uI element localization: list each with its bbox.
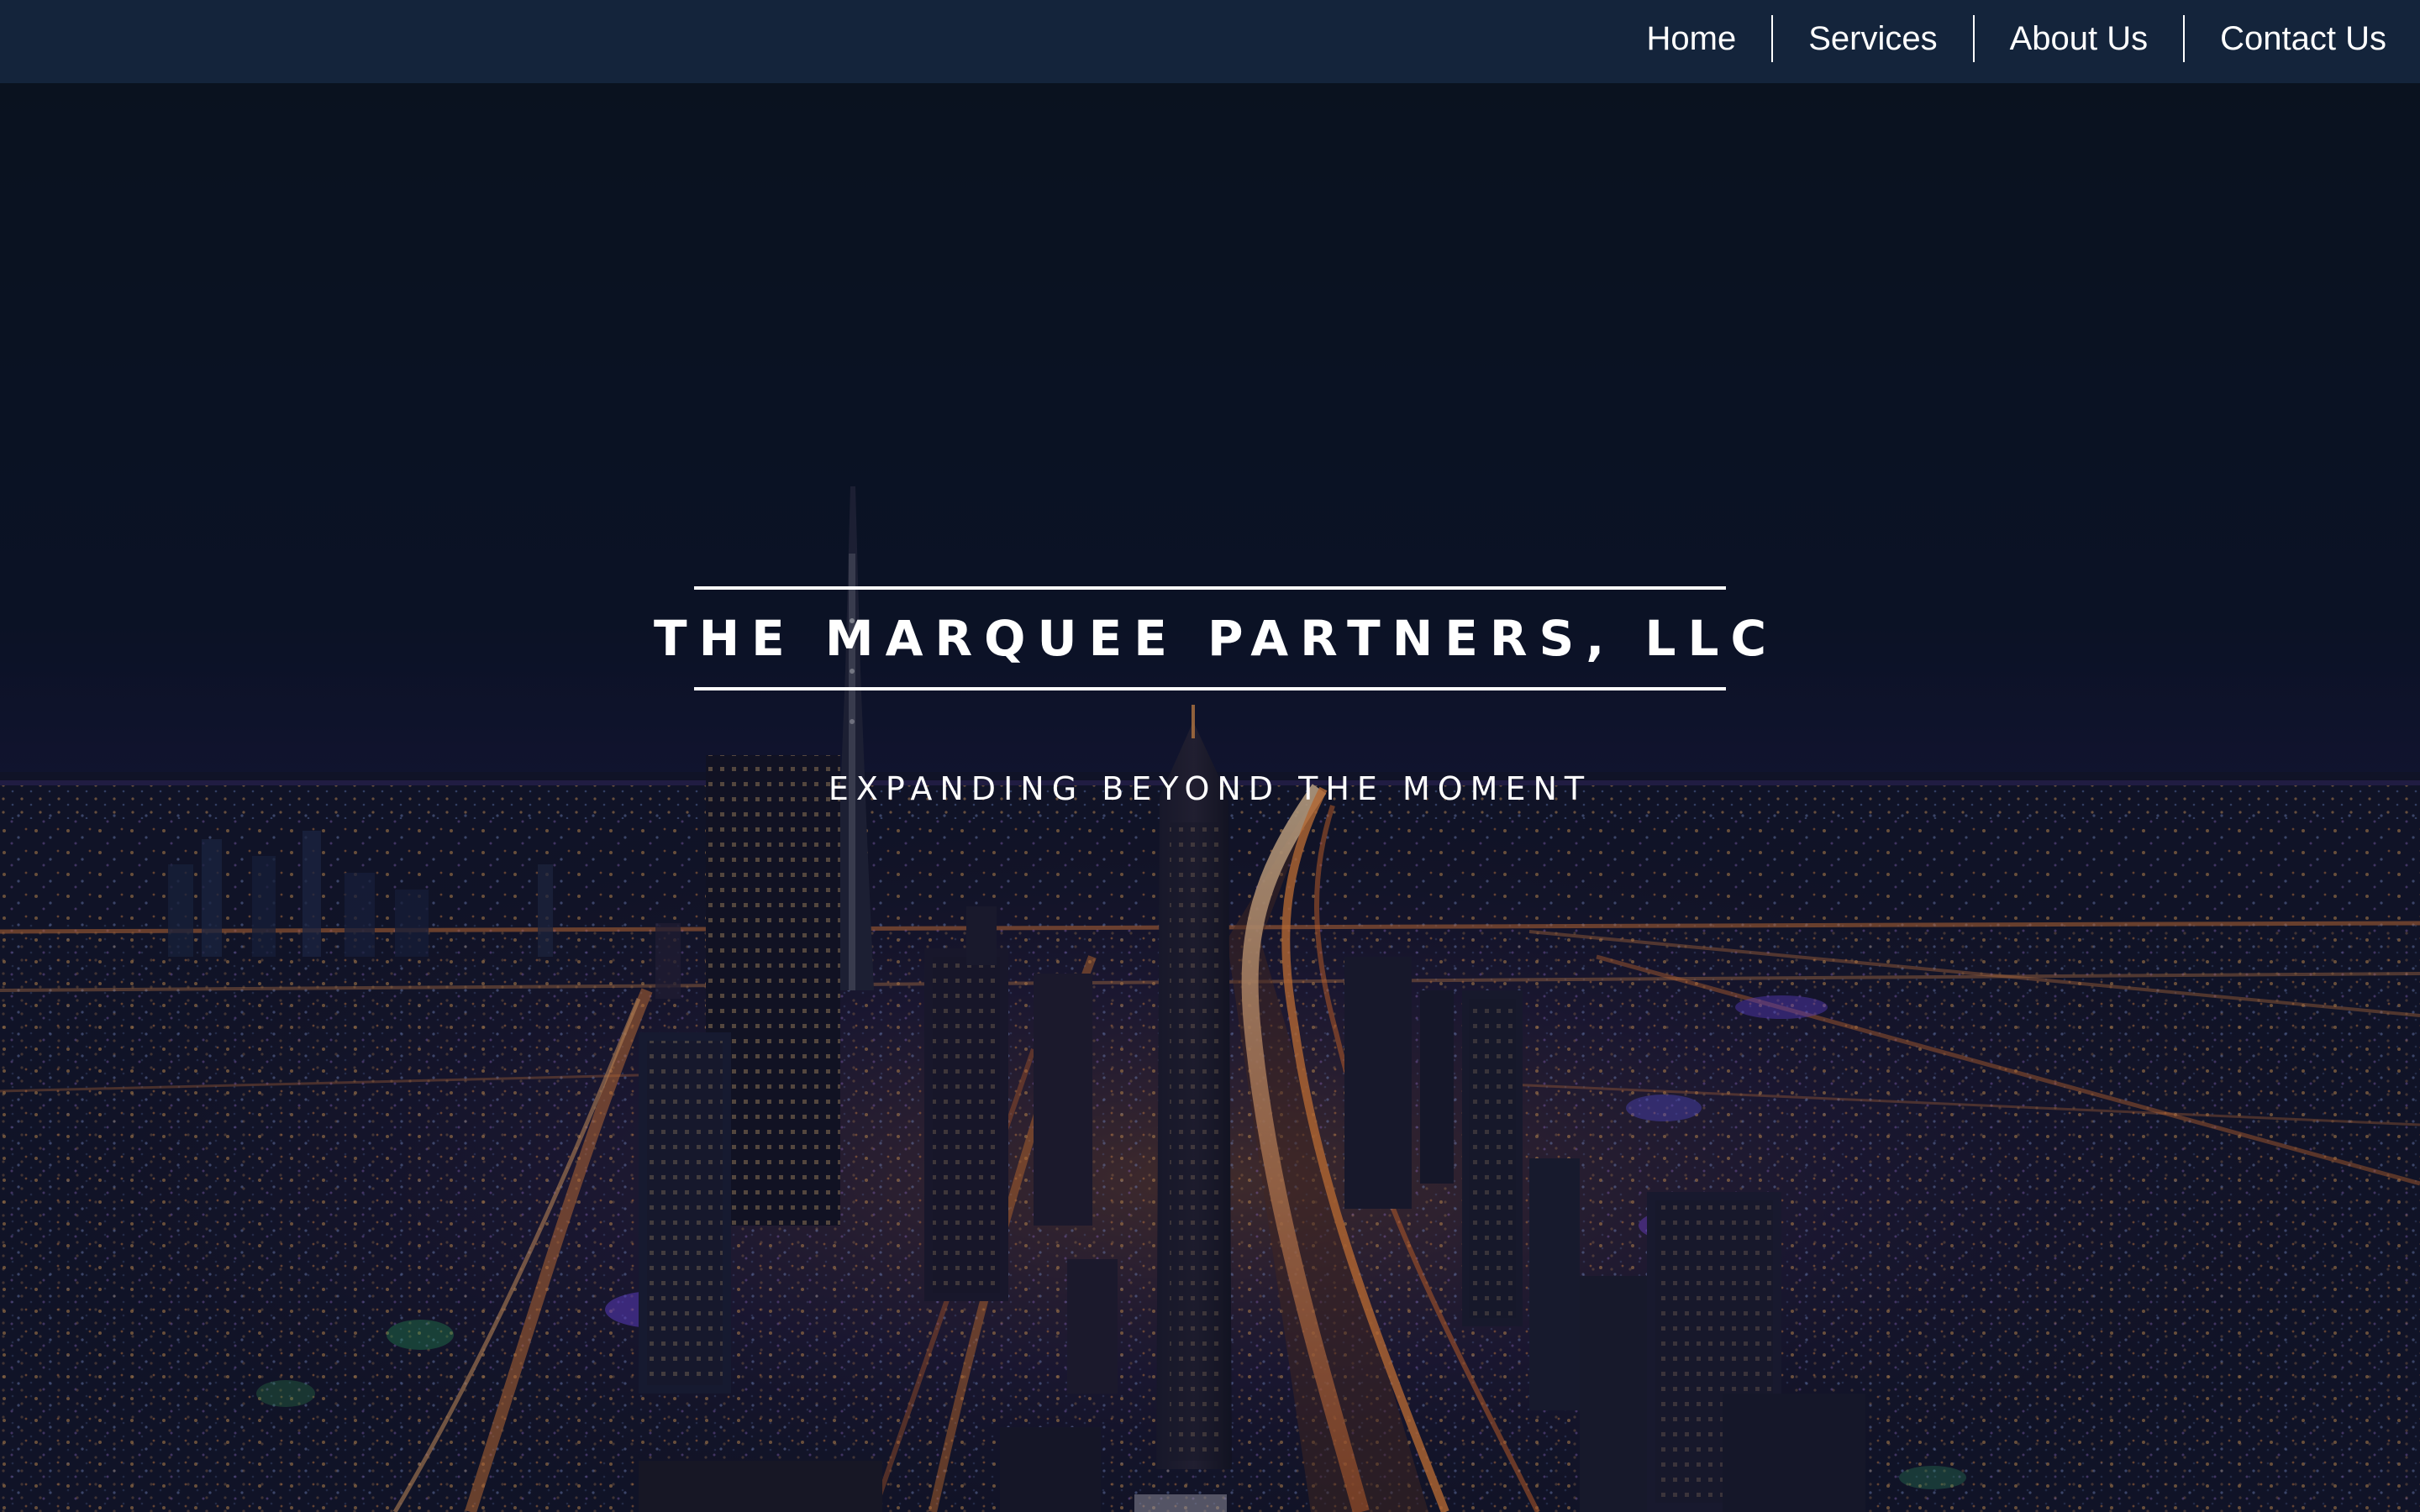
- hero-title: THE MARQUEE PARTNERS, LLC: [654, 610, 1779, 667]
- nav-link-services[interactable]: Services: [1773, 15, 1972, 62]
- top-navbar: Home Services About Us Contact Us: [0, 0, 2420, 83]
- nav-link-about-us[interactable]: About Us: [1975, 15, 2184, 62]
- hero-section: THE MARQUEE PARTNERS, LLC EXPANDING BEYO…: [0, 83, 2420, 1512]
- nav-link-home[interactable]: Home: [1612, 15, 1772, 62]
- hero-tagline: EXPANDING BEYOND THE MOMENT: [828, 770, 1592, 807]
- nav-menu: Home Services About Us Contact Us: [1612, 15, 2386, 62]
- hero-title-frame: THE MARQUEE PARTNERS, LLC: [654, 586, 1766, 690]
- nav-link-contact-us[interactable]: Contact Us: [2185, 15, 2386, 62]
- page: Home Services About Us Contact Us THE MA…: [0, 0, 2420, 1512]
